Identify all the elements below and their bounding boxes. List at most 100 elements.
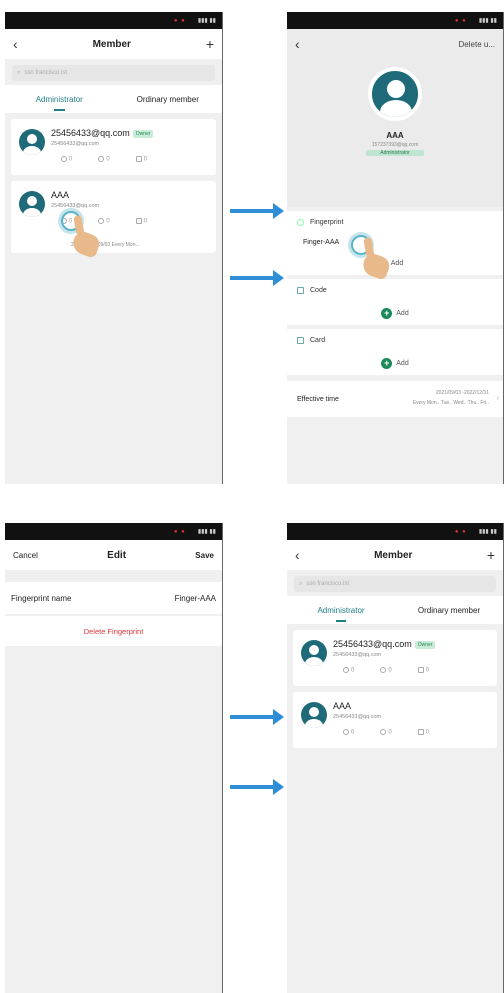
- fingerprint-icon: [343, 729, 349, 735]
- cancel-button[interactable]: Cancel: [13, 551, 38, 560]
- avatar: [301, 702, 327, 728]
- flow-arrow-icon: [230, 203, 284, 219]
- page-title: Edit: [107, 549, 127, 561]
- card-count: 0: [425, 729, 430, 736]
- card-icon: [297, 336, 304, 344]
- flow-arrow-icon: [230, 779, 284, 795]
- tab-ordinary-member[interactable]: Ordinary member: [395, 606, 503, 615]
- code-icon: [380, 667, 387, 673]
- save-button[interactable]: Save: [195, 551, 214, 560]
- card-icon: [135, 156, 142, 162]
- add-code-button[interactable]: + Add: [287, 301, 503, 325]
- nav-bar: Cancel Edit Save: [5, 540, 222, 570]
- search-placeholder: ssn francisco.ist: [24, 70, 68, 76]
- nav-bar: ‹ Delete u...: [287, 29, 503, 59]
- card-count: 0: [143, 156, 148, 163]
- fingerprint-count: 0: [69, 156, 73, 163]
- member-email: 25456433@qq.com: [333, 652, 382, 658]
- code-count: 0: [388, 667, 392, 674]
- member-name: 25456433@qq.com: [333, 639, 412, 649]
- screen-member-detail: ● ● ▮▮▮ ▮▮ ‹ Delete u... AAA 157237393@qq…: [287, 12, 504, 484]
- member-card[interactable]: 25456433@qq.com Owner 25456433@qq.com 0 0…: [11, 119, 216, 175]
- fingerprint-name-field[interactable]: Fingerprint name Finger-AAA: [5, 582, 222, 614]
- member-email: 25456433@qq.com: [333, 714, 382, 720]
- page-title: Member: [374, 549, 413, 561]
- add-member-icon[interactable]: +: [487, 547, 495, 563]
- card-section: Card + Add: [287, 329, 503, 375]
- member-card[interactable]: 25456433@qq.com Owner 25456433@qq.com 0 0…: [293, 630, 497, 686]
- avatar: [301, 640, 327, 666]
- back-icon[interactable]: ‹: [13, 36, 18, 52]
- search-input[interactable]: ⌕ ssn francisco.ist: [12, 65, 215, 81]
- member-email: 25456433@qq.com: [51, 203, 100, 209]
- back-icon[interactable]: ‹: [295, 547, 300, 563]
- profile-name: AAA: [386, 131, 404, 140]
- avatar: [19, 191, 45, 217]
- owner-badge: Owner: [132, 129, 154, 138]
- member-tabs: Administrator Ordinary member: [287, 596, 503, 624]
- code-icon: [98, 218, 105, 224]
- profile-id: 157237393@qq.com: [371, 142, 419, 148]
- hand-pointer-icon: [70, 229, 102, 259]
- screen-member-list-updated: ● ● ▮▮▮ ▮▮ ‹ Member + ⌕ ssn francisco.ist…: [287, 523, 504, 993]
- tab-administrator[interactable]: Administrator: [5, 95, 114, 111]
- tab-ordinary-member[interactable]: Ordinary member: [114, 95, 223, 104]
- code-icon: [380, 729, 387, 735]
- delete-user-button[interactable]: Delete u...: [459, 40, 495, 49]
- status-bar: ● ● ▮▮▮ ▮▮: [287, 523, 503, 540]
- effective-time-range: 2021/09/03 -2022/12/31: [435, 390, 489, 396]
- search-icon: ⌕: [299, 580, 303, 587]
- member-name: AAA: [51, 190, 70, 200]
- effective-time-row[interactable]: Effective time 2021/09/03 -2022/12/31 Ev…: [287, 381, 503, 417]
- section-title: Code: [310, 286, 327, 294]
- status-bar: ● ● ▮▮▮ ▮▮: [5, 12, 222, 29]
- avatar: [19, 129, 45, 155]
- role-badge: Administrator: [366, 150, 424, 156]
- add-card-button[interactable]: + Add: [287, 351, 503, 375]
- fingerprint-icon: [61, 156, 67, 162]
- field-label: Fingerprint name: [11, 593, 72, 603]
- search-input[interactable]: ⌕ ssn francisco.ist: [294, 576, 496, 592]
- card-icon: [417, 729, 424, 735]
- card-icon: [417, 667, 424, 673]
- fingerprint-icon: [343, 667, 349, 673]
- fingerprint-section: Fingerprint Finger-AAA Add: [287, 211, 503, 281]
- card-count: 0: [425, 667, 430, 674]
- add-member-icon[interactable]: +: [206, 36, 214, 52]
- card-count: 0: [143, 218, 148, 225]
- plus-icon: +: [381, 307, 393, 319]
- code-count: 0: [388, 729, 392, 736]
- nav-bar: ‹ Member +: [5, 29, 222, 59]
- status-bar: ● ● ▮▮▮ ▮▮: [287, 12, 503, 29]
- search-placeholder: ssn francisco.ist: [306, 581, 350, 587]
- chevron-right-icon: ›: [496, 395, 499, 402]
- back-icon[interactable]: ‹: [295, 36, 300, 52]
- delete-fingerprint-button[interactable]: Delete Fingerprint: [5, 616, 222, 646]
- credential-counts: 0 0 0: [343, 729, 429, 736]
- credential-counts: 0 0 0: [343, 667, 429, 674]
- member-tabs: Administrator Ordinary member: [5, 85, 222, 113]
- section-title: Card: [310, 336, 326, 344]
- member-card[interactable]: AAA 25456433@qq.com 0 0 0: [293, 692, 497, 748]
- page-title: Member: [92, 38, 131, 50]
- effective-time-label: Effective time: [297, 396, 339, 403]
- add-fingerprint-button[interactable]: Add: [287, 251, 503, 275]
- flow-arrow-icon: [230, 709, 284, 725]
- avatar: [368, 67, 422, 121]
- flow-arrow-icon: [230, 270, 284, 286]
- screen-edit-fingerprint: ● ● ▮▮▮ ▮▮ Cancel Edit Save Fingerprint n…: [5, 523, 223, 993]
- fingerprint-item[interactable]: Finger-AAA: [287, 233, 503, 251]
- fingerprint-icon: [297, 218, 304, 226]
- member-card[interactable]: AAA 25456433@qq.com 0 0 0 2021 -2022/09/…: [11, 181, 216, 259]
- fingerprint-count: 0: [351, 667, 355, 674]
- owner-badge: Owner: [414, 640, 436, 649]
- tab-administrator[interactable]: Administrator: [287, 606, 395, 622]
- search-icon: ⌕: [17, 69, 21, 76]
- nav-bar: ‹ Member +: [287, 540, 503, 570]
- code-count: 0: [106, 218, 110, 225]
- fingerprint-name-input[interactable]: Finger-AAA: [175, 594, 216, 603]
- screen-member-list: ● ● ▮▮▮ ▮▮ ‹ Member + ⌕ ssn francisco.ist…: [5, 12, 223, 484]
- add-label: Add: [396, 359, 409, 367]
- add-label: Add: [390, 259, 404, 267]
- status-bar: ● ● ▮▮▮ ▮▮: [5, 523, 222, 540]
